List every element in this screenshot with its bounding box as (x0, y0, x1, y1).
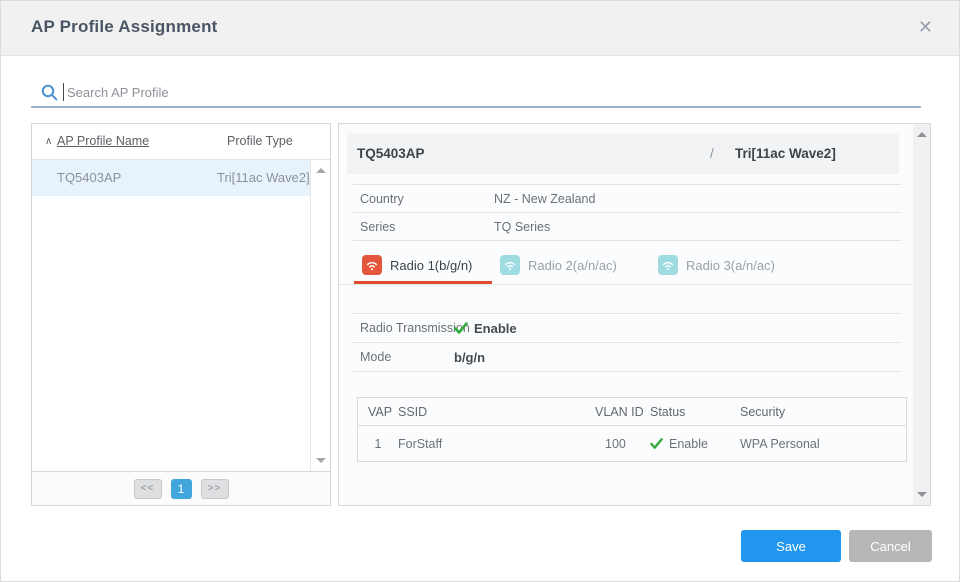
scroll-down-icon[interactable] (316, 458, 326, 463)
list-header: ∧ AP Profile Name Profile Type (32, 124, 330, 160)
wifi-icon (362, 255, 382, 275)
close-icon[interactable]: ✕ (918, 15, 933, 39)
profile-info-rows: Country NZ - New Zealand Series TQ Serie… (353, 184, 901, 241)
vap-cell: 1 (358, 437, 398, 451)
col-ssid: SSID (398, 405, 595, 419)
search-icon (41, 84, 58, 101)
tab-radio-3[interactable]: Radio 3(a/n/ac) (658, 255, 775, 275)
save-button[interactable]: Save (741, 530, 841, 562)
mode-value: b/g/n (454, 350, 485, 365)
detail-scrollbar[interactable] (913, 124, 930, 505)
ap-profile-assignment-dialog: AP Profile Assignment ✕ Search AP Profil… (0, 0, 960, 582)
ap-profile-detail-panel: TQ5403AP / Tri[11ac Wave2] Country NZ - … (338, 123, 931, 506)
detail-header-separator: / (710, 133, 714, 174)
country-value: NZ - New Zealand (494, 185, 595, 213)
scroll-up-icon[interactable] (316, 168, 326, 173)
tab-radio-3-label: Radio 3(a/n/ac) (686, 258, 775, 273)
dialog-titlebar: AP Profile Assignment ✕ (1, 1, 959, 56)
pagination-page-1-button[interactable]: 1 (171, 479, 192, 499)
status-cell: Enable (669, 437, 708, 451)
cancel-button[interactable]: Cancel (849, 530, 932, 562)
radio-transmission-row: Radio Transmission Enable (353, 314, 901, 343)
radio-settings-rows: Radio Transmission Enable Mode b/g/n (353, 313, 901, 372)
scroll-down-icon[interactable] (917, 492, 927, 497)
vap-table-header: VAP SSID VLAN ID Status Security (358, 398, 906, 426)
sort-ascending-icon: ∧ (45, 124, 52, 159)
detail-profile-type: Tri[11ac Wave2] (735, 133, 836, 174)
profile-name-cell: TQ5403AP (57, 160, 121, 196)
pagination-next-button[interactable]: >> (201, 479, 229, 499)
tab-radio-2-label: Radio 2(a/n/ac) (528, 258, 617, 273)
col-vap: VAP (358, 405, 398, 419)
column-header-profile-type: Profile Type (227, 124, 293, 159)
wifi-icon (658, 255, 678, 275)
ap-profile-list-panel: ∧ AP Profile Name Profile Type TQ5403AP … (31, 123, 331, 506)
table-row: 1 ForStaff 100 Enable WPA Personal (358, 426, 906, 461)
vap-table: VAP SSID VLAN ID Status Security 1 ForSt… (357, 397, 907, 462)
security-cell: WPA Personal (740, 437, 906, 451)
search-placeholder: Search AP Profile (67, 79, 169, 106)
search-input[interactable]: Search AP Profile (31, 79, 921, 108)
detail-header: TQ5403AP / Tri[11ac Wave2] (347, 133, 899, 174)
page-title: AP Profile Assignment (31, 17, 218, 37)
text-cursor (63, 83, 64, 101)
col-vlan-id: VLAN ID (595, 405, 650, 419)
wifi-icon (500, 255, 520, 275)
ssid-cell: ForStaff (398, 437, 595, 451)
series-value: TQ Series (494, 213, 550, 241)
col-security: Security (740, 405, 906, 419)
country-label: Country (360, 185, 404, 213)
vlan-id-cell: 100 (595, 437, 650, 451)
tab-radio-1-label: Radio 1(b/g/n) (390, 258, 472, 273)
radio-transmission-value: Enable (474, 321, 517, 336)
mode-label: Mode (360, 343, 391, 372)
profile-list-row[interactable]: TQ5403AP Tri[11ac Wave2] (32, 160, 310, 196)
active-tab-underline (354, 281, 492, 284)
mode-row: Mode b/g/n (353, 343, 901, 372)
tabs-baseline (339, 284, 913, 285)
detail-profile-name: TQ5403AP (357, 133, 425, 174)
check-icon (454, 322, 468, 335)
country-row: Country NZ - New Zealand (353, 185, 901, 213)
pagination-prev-button[interactable]: << (134, 479, 162, 499)
col-status: Status (650, 405, 740, 419)
column-header-ap-profile-name[interactable]: AP Profile Name (57, 124, 149, 159)
profile-type-cell: Tri[11ac Wave2] (217, 160, 310, 196)
scroll-up-icon[interactable] (917, 132, 927, 137)
list-scrollbar[interactable] (310, 160, 330, 471)
series-label: Series (360, 213, 395, 241)
tab-radio-2[interactable]: Radio 2(a/n/ac) (500, 255, 617, 275)
check-icon (650, 438, 663, 450)
pagination: << 1 >> (32, 471, 330, 505)
tab-radio-1[interactable]: Radio 1(b/g/n) (362, 255, 472, 275)
series-row: Series TQ Series (353, 213, 901, 241)
